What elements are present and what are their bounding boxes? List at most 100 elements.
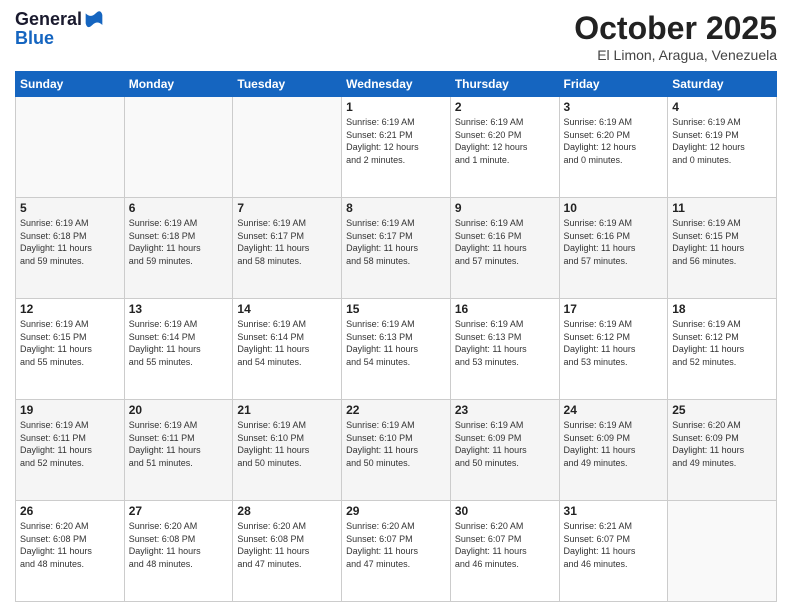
day-info: Sunrise: 6:19 AM Sunset: 6:14 PM Dayligh… [129,318,229,368]
calendar-cell: 10 Sunrise: 6:19 AM Sunset: 6:16 PM Dayli… [559,198,668,299]
calendar-cell: 22 Sunrise: 6:19 AM Sunset: 6:10 PM Dayli… [342,400,451,501]
week-row-4: 19 Sunrise: 6:19 AM Sunset: 6:11 PM Dayli… [16,400,777,501]
calendar: SundayMondayTuesdayWednesdayThursdayFrid… [15,71,777,602]
day-number: 27 [129,504,229,518]
calendar-cell: 3Sunrise: 6:19 AM Sunset: 6:20 PM Daylig… [559,97,668,198]
day-number: 10 [564,201,664,215]
calendar-cell: 17 Sunrise: 6:19 AM Sunset: 6:12 PM Dayli… [559,299,668,400]
calendar-cell: 9Sunrise: 6:19 AM Sunset: 6:16 PM Daylig… [450,198,559,299]
day-info: Sunrise: 6:20 AM Sunset: 6:08 PM Dayligh… [129,520,229,570]
page: General Blue October 2025 El Limon, Arag… [0,0,792,612]
day-number: 17 [564,302,664,316]
day-info: Sunrise: 6:19 AM Sunset: 6:15 PM Dayligh… [672,217,772,267]
calendar-cell: 8 Sunrise: 6:19 AM Sunset: 6:17 PM Daylig… [342,198,451,299]
calendar-cell: 13Sunrise: 6:19 AM Sunset: 6:14 PM Dayli… [124,299,233,400]
day-info: Sunrise: 6:19 AM Sunset: 6:18 PM Dayligh… [20,217,120,267]
weekday-header-sunday: Sunday [16,72,125,97]
calendar-cell: 12 Sunrise: 6:19 AM Sunset: 6:15 PM Dayli… [16,299,125,400]
day-info: Sunrise: 6:19 AM Sunset: 6:19 PM Dayligh… [672,116,772,166]
calendar-cell: 21Sunrise: 6:19 AM Sunset: 6:10 PM Dayli… [233,400,342,501]
calendar-cell: 24Sunrise: 6:19 AM Sunset: 6:09 PM Dayli… [559,400,668,501]
calendar-cell: 15Sunrise: 6:19 AM Sunset: 6:13 PM Dayli… [342,299,451,400]
calendar-cell: 26Sunrise: 6:20 AM Sunset: 6:08 PM Dayli… [16,501,125,602]
calendar-cell [233,97,342,198]
week-row-1: 1 Sunrise: 6:19 AM Sunset: 6:21 PM Daylig… [16,97,777,198]
calendar-cell: 1 Sunrise: 6:19 AM Sunset: 6:21 PM Daylig… [342,97,451,198]
day-info: Sunrise: 6:19 AM Sunset: 6:18 PM Dayligh… [129,217,229,267]
day-info: Sunrise: 6:20 AM Sunset: 6:09 PM Dayligh… [672,419,772,469]
day-number: 9 [455,201,555,215]
day-number: 19 [20,403,120,417]
weekday-header-tuesday: Tuesday [233,72,342,97]
day-number: 8 [346,201,446,215]
calendar-cell: 16 Sunrise: 6:19 AM Sunset: 6:13 PM Dayli… [450,299,559,400]
month-title: October 2025 [574,10,777,47]
day-info: Sunrise: 6:19 AM Sunset: 6:21 PM Dayligh… [346,116,446,166]
weekday-header-wednesday: Wednesday [342,72,451,97]
calendar-cell: 28 Sunrise: 6:20 AM Sunset: 6:08 PM Dayli… [233,501,342,602]
day-number: 31 [564,504,664,518]
weekday-header-saturday: Saturday [668,72,777,97]
day-number: 29 [346,504,446,518]
day-number: 6 [129,201,229,215]
weekday-header-row: SundayMondayTuesdayWednesdayThursdayFrid… [16,72,777,97]
calendar-cell: 18 Sunrise: 6:19 AM Sunset: 6:12 PM Dayli… [668,299,777,400]
day-info: Sunrise: 6:19 AM Sunset: 6:14 PM Dayligh… [237,318,337,368]
day-info: Sunrise: 6:19 AM Sunset: 6:13 PM Dayligh… [455,318,555,368]
weekday-header-monday: Monday [124,72,233,97]
day-number: 30 [455,504,555,518]
day-info: Sunrise: 6:19 AM Sunset: 6:20 PM Dayligh… [455,116,555,166]
day-number: 18 [672,302,772,316]
day-info: Sunrise: 6:19 AM Sunset: 6:11 PM Dayligh… [20,419,120,469]
day-number: 25 [672,403,772,417]
calendar-cell: 27 Sunrise: 6:20 AM Sunset: 6:08 PM Dayli… [124,501,233,602]
calendar-cell: 20Sunrise: 6:19 AM Sunset: 6:11 PM Dayli… [124,400,233,501]
weekday-header-friday: Friday [559,72,668,97]
calendar-cell: 7Sunrise: 6:19 AM Sunset: 6:17 PM Daylig… [233,198,342,299]
week-row-5: 26 Sunrise: 6:20 AM Sunset: 6:08 PM Dayli… [16,501,777,602]
day-number: 2 [455,100,555,114]
calendar-cell: 4 Sunrise: 6:19 AM Sunset: 6:19 PM Daylig… [668,97,777,198]
day-info: Sunrise: 6:20 AM Sunset: 6:07 PM Dayligh… [346,520,446,570]
calendar-cell [124,97,233,198]
day-info: Sunrise: 6:19 AM Sunset: 6:10 PM Dayligh… [346,419,446,469]
logo-icon [84,10,104,30]
day-info: Sunrise: 6:19 AM Sunset: 6:15 PM Dayligh… [20,318,120,368]
calendar-cell: 31 Sunrise: 6:21 AM Sunset: 6:07 PM Dayli… [559,501,668,602]
calendar-cell: 6 Sunrise: 6:19 AM Sunset: 6:18 PM Daylig… [124,198,233,299]
day-info: Sunrise: 6:19 AM Sunset: 6:17 PM Dayligh… [237,217,337,267]
day-number: 1 [346,100,446,114]
day-number: 23 [455,403,555,417]
day-info: Sunrise: 6:20 AM Sunset: 6:08 PM Dayligh… [237,520,337,570]
logo: General Blue [15,10,104,49]
day-info: Sunrise: 6:19 AM Sunset: 6:16 PM Dayligh… [564,217,664,267]
logo-text: General [15,10,82,30]
calendar-cell: 14Sunrise: 6:19 AM Sunset: 6:14 PM Dayli… [233,299,342,400]
day-number: 4 [672,100,772,114]
day-info: Sunrise: 6:19 AM Sunset: 6:10 PM Dayligh… [237,419,337,469]
calendar-cell: 11 Sunrise: 6:19 AM Sunset: 6:15 PM Dayli… [668,198,777,299]
day-info: Sunrise: 6:21 AM Sunset: 6:07 PM Dayligh… [564,520,664,570]
calendar-cell: 5Sunrise: 6:19 AM Sunset: 6:18 PM Daylig… [16,198,125,299]
day-info: Sunrise: 6:19 AM Sunset: 6:12 PM Dayligh… [672,318,772,368]
location: El Limon, Aragua, Venezuela [574,47,777,63]
day-number: 28 [237,504,337,518]
weekday-header-thursday: Thursday [450,72,559,97]
day-number: 11 [672,201,772,215]
calendar-cell: 2 Sunrise: 6:19 AM Sunset: 6:20 PM Daylig… [450,97,559,198]
day-number: 3 [564,100,664,114]
calendar-cell: 30Sunrise: 6:20 AM Sunset: 6:07 PM Dayli… [450,501,559,602]
day-info: Sunrise: 6:19 AM Sunset: 6:17 PM Dayligh… [346,217,446,267]
day-info: Sunrise: 6:19 AM Sunset: 6:13 PM Dayligh… [346,318,446,368]
day-number: 24 [564,403,664,417]
day-info: Sunrise: 6:19 AM Sunset: 6:12 PM Dayligh… [564,318,664,368]
day-number: 22 [346,403,446,417]
week-row-3: 12 Sunrise: 6:19 AM Sunset: 6:15 PM Dayli… [16,299,777,400]
calendar-cell: 19 Sunrise: 6:19 AM Sunset: 6:11 PM Dayli… [16,400,125,501]
day-number: 26 [20,504,120,518]
day-number: 20 [129,403,229,417]
day-number: 16 [455,302,555,316]
logo-blue: Blue [15,28,104,49]
calendar-cell: 23Sunrise: 6:19 AM Sunset: 6:09 PM Dayli… [450,400,559,501]
day-number: 12 [20,302,120,316]
